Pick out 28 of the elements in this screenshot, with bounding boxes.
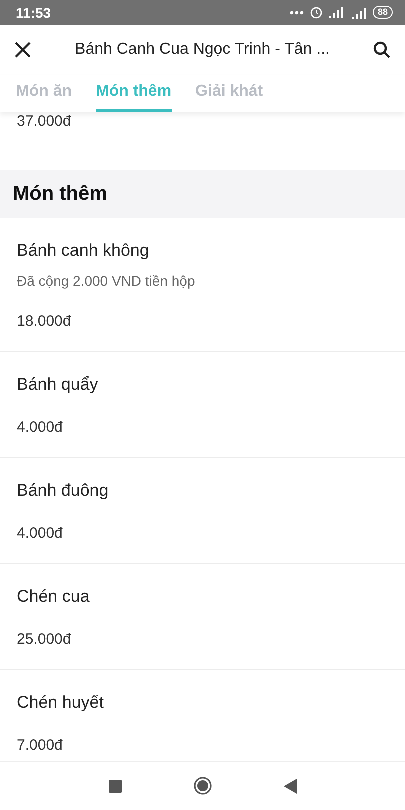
category-tab[interactable]: Món thêm [96, 75, 172, 112]
status-time: 11:53 [16, 4, 52, 20]
dish-price: 4.000đ [17, 418, 64, 438]
dish-name: Chén huyết [17, 692, 105, 714]
dish-note: Đã cộng 2.000 VND tiền hộp [17, 272, 196, 291]
dish-name: Bánh quẩy [17, 374, 100, 396]
signal-icon [328, 7, 344, 18]
recents-icon[interactable] [108, 780, 122, 792]
dish-price: 7.000đ [17, 736, 64, 756]
battery-level: 88 [372, 6, 393, 19]
dish-price: 18.000đ [17, 312, 72, 332]
search-icon[interactable] [373, 41, 391, 59]
dish-name: Bánh canh không [17, 240, 150, 262]
close-icon[interactable] [14, 41, 32, 59]
more-dots-icon [290, 10, 304, 14]
dish-name: Bánh đuông [17, 480, 110, 502]
alarm-icon [310, 6, 323, 19]
dish-price: 25.000đ [17, 630, 72, 650]
dish-name: Chén cua [17, 586, 91, 608]
section-header: Món thêm [0, 170, 405, 218]
back-icon[interactable] [284, 778, 296, 794]
item-price: 37.000đ [17, 113, 72, 130]
dish-price: 4.000đ [17, 524, 64, 544]
signal-icon [350, 6, 367, 18]
restaurant-title: Bánh Canh Cua Ngọc Trinh - Tân ... [74, 41, 331, 59]
category-tab[interactable]: Giải khát [196, 75, 264, 112]
home-icon[interactable] [194, 777, 212, 795]
category-tab[interactable]: Món ăn [16, 75, 72, 112]
